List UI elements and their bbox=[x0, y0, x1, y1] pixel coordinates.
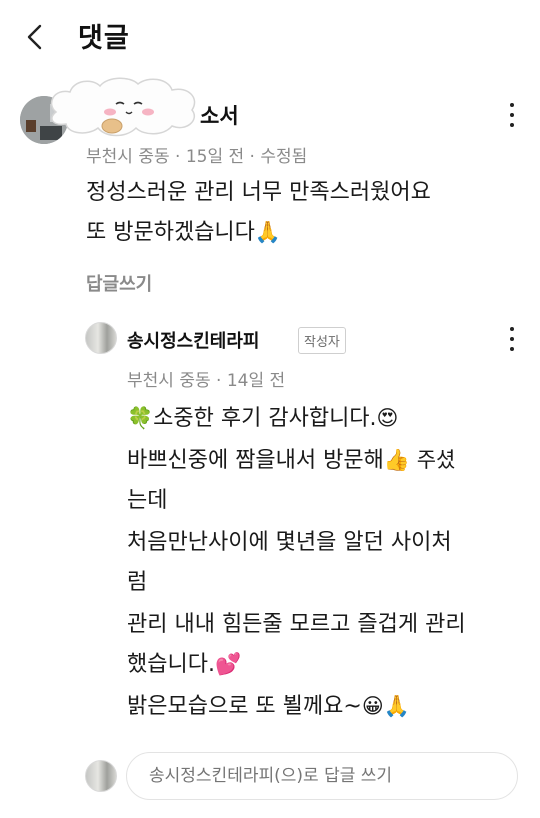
reply-text-line: 는데 bbox=[127, 488, 168, 513]
reply-text-line: 🍀소중한 후기 감사합니다.😍 bbox=[127, 406, 399, 431]
author-badge: 작성자 bbox=[298, 327, 346, 354]
avatar[interactable] bbox=[85, 322, 117, 354]
reply-text-line: 했습니다.💕 bbox=[127, 652, 242, 677]
comment-text-line: 정성스러운 관리 너무 만족스러웠어요 bbox=[86, 180, 431, 205]
header-bar: 댓글 bbox=[0, 0, 540, 72]
comment-meta: 부천시 중동 · 15일 전 · 수정됨 bbox=[86, 147, 308, 167]
two-hearts-emoji-icon: 💕 bbox=[214, 652, 242, 676]
avatar bbox=[85, 760, 117, 792]
reply-meta: 부천시 중동 · 14일 전 bbox=[127, 371, 286, 391]
more-options-icon[interactable] bbox=[500, 100, 524, 130]
thumbs-up-emoji-icon: 👍 주셨 bbox=[383, 448, 456, 472]
back-icon[interactable] bbox=[22, 22, 48, 52]
page-title: 댓글 bbox=[78, 23, 130, 54]
reply-text-line: 밝은모습으로 또 뵐께요~😀🙏 bbox=[127, 694, 410, 719]
smile-pray-emoji-icon: 😀🙏 bbox=[361, 694, 410, 718]
reply-author[interactable]: 송시정스킨테라피 bbox=[127, 327, 259, 353]
pray-emoji-icon: 🙏 bbox=[254, 220, 282, 244]
reply-text-line: 관리 내내 힘든줄 모르고 즐겁게 관리 bbox=[127, 612, 466, 637]
comment-author[interactable]: 소서 bbox=[200, 100, 239, 130]
reply-text-line: 럼 bbox=[127, 570, 148, 595]
heart-eyes-emoji-icon: 😍 bbox=[376, 406, 399, 430]
reply-composer bbox=[0, 752, 540, 804]
clover-emoji-icon: 🍀 bbox=[127, 406, 154, 430]
more-options-icon[interactable] bbox=[500, 324, 524, 354]
reply-write-link[interactable]: 답글쓰기 bbox=[86, 270, 152, 296]
reply-text-line: 처음만난사이에 몇년을 알던 사이처 bbox=[127, 530, 452, 555]
cloud-sticker-icon bbox=[50, 77, 196, 137]
reply-text-line: 바쁘신중에 짬을내서 방문해👍 주셨 bbox=[127, 448, 456, 473]
comment-text-line: 또 방문하겠습니다🙏 bbox=[86, 220, 282, 245]
reply-input[interactable] bbox=[126, 752, 518, 800]
